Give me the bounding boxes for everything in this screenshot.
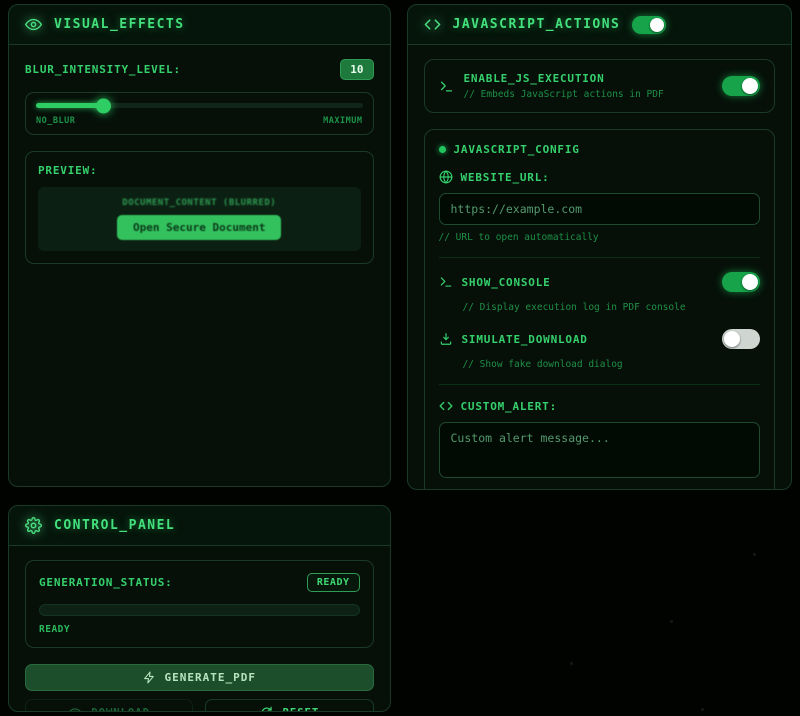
website-url-comment: // URL to open automatically [439, 232, 761, 243]
gear-icon [25, 517, 42, 534]
left-column: VISUAL_EFFECTS BLUR_INTENSITY_LEVEL: 10 … [8, 4, 391, 712]
show-console-label: SHOW_CONSOLE [462, 276, 714, 289]
divider [439, 384, 761, 385]
preview-content-text: DOCUMENT_CONTENT (BLURRED) [122, 198, 276, 208]
download-label: DOWNLOAD [91, 707, 150, 713]
blur-intensity-row: BLUR_INTENSITY_LEVEL: 10 [25, 59, 374, 80]
terminal-icon [439, 275, 453, 289]
secondary-buttons-row: DOWNLOAD RESET [25, 699, 374, 712]
website-url-input[interactable] [439, 193, 761, 225]
noise-speck [570, 662, 573, 665]
visual-effects-body: BLUR_INTENSITY_LEVEL: 10 NO_BLUR MAXIMUM… [9, 45, 390, 278]
download-icon [439, 332, 453, 346]
toggle-knob [742, 274, 758, 290]
generation-status-box: GENERATION_STATUS: READY READY [25, 560, 374, 648]
config-title: JAVASCRIPT_CONFIG [454, 143, 580, 156]
control-panel-body: GENERATION_STATUS: READY READY GENERATE_… [9, 546, 390, 712]
config-title-row: JAVASCRIPT_CONFIG [439, 143, 761, 156]
divider [439, 257, 761, 258]
custom-alert-label-row: CUSTOM_ALERT: [439, 399, 761, 413]
simulate-download-toggle[interactable] [722, 329, 760, 349]
enable-js-text: ENABLE_JS_EXECUTION // Embeds JavaScript… [464, 72, 713, 100]
noise-speck [753, 553, 756, 556]
blur-slider-box: NO_BLUR MAXIMUM [25, 92, 374, 135]
open-secure-document-button[interactable]: Open Secure Document [117, 215, 281, 240]
eye-icon [25, 16, 42, 33]
show-console-toggle[interactable] [722, 272, 760, 292]
javascript-actions-toggle[interactable] [632, 16, 666, 34]
enable-js-label: ENABLE_JS_EXECUTION [464, 72, 713, 85]
panel-title: CONTROL_PANEL [54, 518, 175, 533]
blur-slider-fill[interactable] [36, 103, 103, 108]
code-icon [424, 16, 441, 33]
lightning-icon [143, 671, 156, 684]
custom-alert-textarea[interactable] [439, 422, 761, 478]
slider-labels: NO_BLUR MAXIMUM [36, 116, 363, 126]
generate-pdf-button[interactable]: GENERATE_PDF [25, 664, 374, 691]
preview-document: DOCUMENT_CONTENT (BLURRED) Open Secure D… [38, 187, 361, 251]
visual-effects-header: VISUAL_EFFECTS [9, 5, 390, 45]
terminal-icon [439, 79, 454, 94]
download-button[interactable]: DOWNLOAD [25, 699, 193, 712]
reset-icon [260, 706, 274, 713]
status-badge: READY [307, 573, 360, 592]
blur-slider[interactable] [36, 103, 363, 108]
eye-icon [68, 706, 82, 713]
javascript-actions-header: JAVASCRIPT_ACTIONS [408, 5, 792, 45]
blur-intensity-label: BLUR_INTENSITY_LEVEL: [25, 63, 181, 76]
website-url-label: WEBSITE_URL: [461, 171, 550, 184]
status-text: READY [39, 624, 360, 635]
status-row: GENERATION_STATUS: READY [39, 573, 360, 592]
globe-icon [439, 170, 453, 184]
page: VISUAL_EFFECTS BLUR_INTENSITY_LEVEL: 10 … [0, 0, 800, 716]
panel-title: JAVASCRIPT_ACTIONS [453, 17, 621, 32]
slider-min-label: NO_BLUR [36, 116, 75, 126]
enable-js-comment: // Embeds JavaScript actions in PDF [464, 89, 713, 100]
code-icon [439, 399, 453, 413]
javascript-actions-panel: JAVASCRIPT_ACTIONS ENABLE_JS_EXECUTION /… [407, 4, 793, 490]
toggle-knob [724, 331, 740, 347]
preview-label: PREVIEW: [38, 164, 361, 177]
slider-max-label: MAXIMUM [323, 116, 362, 126]
generation-status-label: GENERATION_STATUS: [39, 576, 173, 589]
show-console-row: SHOW_CONSOLE [439, 272, 761, 292]
generate-pdf-label: GENERATE_PDF [165, 671, 256, 684]
reset-button[interactable]: RESET [205, 699, 373, 712]
noise-speck [701, 708, 704, 711]
panel-title: VISUAL_EFFECTS [54, 17, 185, 32]
progress-bar [39, 604, 360, 616]
enable-js-execution-box: ENABLE_JS_EXECUTION // Embeds JavaScript… [424, 59, 776, 113]
visual-effects-panel: VISUAL_EFFECTS BLUR_INTENSITY_LEVEL: 10 … [8, 4, 391, 487]
blur-value-badge: 10 [340, 59, 373, 80]
custom-alert-comment: // Additional alert message to display [439, 489, 761, 490]
bullet-icon [439, 146, 446, 153]
simulate-download-label: SIMULATE_DOWNLOAD [462, 333, 714, 346]
preview-box: PREVIEW: DOCUMENT_CONTENT (BLURRED) Open… [25, 151, 374, 264]
reset-label: RESET [283, 707, 320, 713]
control-panel: CONTROL_PANEL GENERATION_STATUS: READY R… [8, 505, 391, 712]
toggle-knob [650, 18, 664, 32]
toggle-knob [742, 78, 758, 94]
noise-speck [670, 620, 673, 623]
simulate-download-comment: // Show fake download dialog [463, 359, 761, 370]
right-column: JAVASCRIPT_ACTIONS ENABLE_JS_EXECUTION /… [407, 4, 793, 712]
javascript-config-box: JAVASCRIPT_CONFIG WEBSITE_URL: // URL to… [424, 129, 776, 490]
javascript-actions-body: ENABLE_JS_EXECUTION // Embeds JavaScript… [408, 45, 792, 490]
simulate-download-row: SIMULATE_DOWNLOAD [439, 329, 761, 349]
control-panel-header: CONTROL_PANEL [9, 506, 390, 546]
website-url-label-row: WEBSITE_URL: [439, 170, 761, 184]
enable-js-toggle[interactable] [722, 76, 760, 96]
show-console-comment: // Display execution log in PDF console [463, 302, 761, 313]
custom-alert-label: CUSTOM_ALERT: [461, 400, 558, 413]
